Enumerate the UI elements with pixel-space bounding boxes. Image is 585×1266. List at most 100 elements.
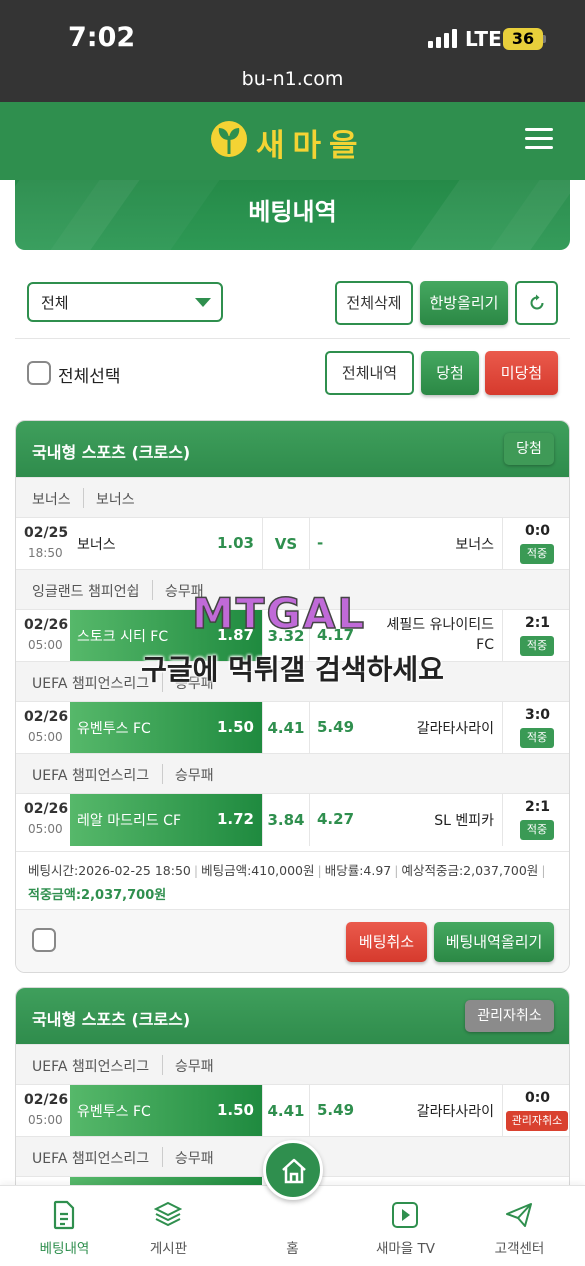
bet-card-title: 국내형 스포츠 (크로스) <box>32 1010 191 1029</box>
cancel-bet-button[interactable]: 베팅취소 <box>346 922 427 962</box>
league-name: 보너스 <box>32 492 71 508</box>
away-odds-cell: 5.49 갈라타사라이 <box>310 702 502 754</box>
home-team: 레알 마드리드 CF <box>77 813 182 829</box>
nav-betting-history[interactable]: 베팅내역 <box>6 1186 123 1266</box>
match-score: 0:0 <box>524 1090 551 1106</box>
league-row: 보너스 보너스 <box>16 477 569 517</box>
match-score: 2:1 <box>524 799 551 815</box>
logo[interactable]: 새마을 <box>210 118 370 164</box>
home-odds-cell-selected: 유벤투스 FC 1.50 <box>70 1085 262 1137</box>
home-button[interactable] <box>263 1140 323 1200</box>
watermark-logo-text: MTGAL <box>192 589 366 638</box>
match-row: 02/26 05:00 유벤투스 FC 1.50 4.41 5.49 갈라타사라… <box>16 1084 569 1137</box>
match-row: 02/26 05:00 레알 마드리드 CF 1.72 3.84 4.27 SL… <box>16 793 569 846</box>
match-date: 02/26 <box>24 709 69 725</box>
match-time: 05:00 <box>28 822 63 836</box>
away-team: 보너스 <box>455 537 494 553</box>
match-date: 02/26 <box>24 801 69 817</box>
home-icon <box>282 1158 306 1184</box>
send-icon <box>506 1203 532 1227</box>
play-icon <box>392 1202 418 1228</box>
select-all-checkbox[interactable] <box>27 361 51 385</box>
bet-card: 국내형 스포츠 (크로스) 당첨 보너스 보너스 02/25 18:50 보너스… <box>15 420 570 973</box>
away-team: 갈라타사라이 <box>416 1104 494 1120</box>
bet-time: 베팅시간:2026-02-25 18:50 <box>28 863 191 878</box>
match-time: 18:50 <box>28 546 63 560</box>
result-cell: 3:0 적중 <box>502 702 569 754</box>
select-all-label[interactable]: 전체선택 <box>58 362 121 387</box>
upload-bet-button[interactable]: 베팅내역올리기 <box>434 922 554 962</box>
result-badge: 적중 <box>520 820 554 840</box>
all-history-button[interactable]: 전체내역 <box>325 351 414 395</box>
bet-select-checkbox[interactable] <box>32 928 56 952</box>
page-title: 베팅내역 <box>248 198 337 226</box>
market-name: 승무패 <box>175 1059 214 1075</box>
draw-odds: 4.41 <box>262 1085 310 1137</box>
status-badge: 당첨 <box>504 433 554 465</box>
away-odds: - <box>317 534 324 552</box>
bet-odds: 배당률:4.97 <box>324 863 392 878</box>
nav-label: 새마을 TV <box>375 1241 436 1257</box>
nav-board[interactable]: 게시판 <box>110 1186 227 1266</box>
draw-odds: 4.41 <box>262 702 310 754</box>
home-odds: 1.03 <box>216 534 254 552</box>
signal-icon <box>428 28 458 48</box>
caret-down-icon <box>195 298 211 307</box>
leaf-logo-icon <box>211 121 247 157</box>
layers-icon <box>154 1201 182 1227</box>
app-root: 7:02 LTE 36 bu-n1.com 새마을 베팅내역 전체 전체삭제 한… <box>0 0 585 1266</box>
league-name: UEFA 챔피언스리그 <box>32 1151 150 1167</box>
home-odds-cell-selected: 유벤투스 FC 1.50 <box>70 702 262 754</box>
market-name: 승무패 <box>175 1151 214 1167</box>
status-badge: 관리자취소 <box>465 1000 554 1032</box>
league-name: UEFA 챔피언스리그 <box>32 1059 150 1075</box>
draw-odds: VS <box>262 518 310 570</box>
league-name: 잉글랜드 챔피언쉽 <box>32 584 140 600</box>
nav-tv[interactable]: 새마을 TV <box>347 1186 464 1266</box>
bet-summary: 베팅시간:2026-02-25 18:50 | 베팅금액:410,000원 | 배당률:… <box>16 851 569 909</box>
match-date: 02/26 <box>24 617 69 633</box>
network-label: LTE <box>465 27 502 51</box>
match-time: 05:00 <box>28 1113 63 1127</box>
home-odds: 1.50 <box>216 1101 254 1119</box>
won-amount: 적중금액:2,037,700원 <box>28 888 167 903</box>
away-odds: 5.49 <box>317 718 355 736</box>
bet-summary-line: 베팅시간:2026-02-25 18:50 | 베팅금액:410,000원 | 배당률:… <box>28 863 546 878</box>
logo-text: 새마을 <box>256 128 366 164</box>
delete-all-button[interactable]: 전체삭제 <box>335 281 413 325</box>
away-odds-cell: 5.49 갈라타사라이 <box>310 1085 502 1137</box>
upload-all-button[interactable]: 한방올리기 <box>420 281 508 325</box>
league-name: UEFA 챔피언스리그 <box>32 768 150 784</box>
result-cell: 0:0 관리자취소 <box>502 1085 569 1137</box>
status-time: 7:02 <box>68 22 136 53</box>
away-odds: 5.49 <box>317 1101 355 1119</box>
refresh-button[interactable] <box>515 281 558 325</box>
url-bar[interactable]: bu-n1.com <box>0 68 585 90</box>
result-badge: 관리자취소 <box>506 1111 568 1131</box>
home-team: 유벤투스 FC <box>77 721 151 737</box>
match-row: 02/25 18:50 보너스 1.03 VS - 보너스 0:0 적중 <box>16 517 569 570</box>
home-team: 유벤투스 FC <box>77 1104 151 1120</box>
hamburger-menu-icon[interactable] <box>525 126 555 152</box>
league-row: UEFA 챔피언스리그 승무패 <box>16 753 569 793</box>
home-team: 스토크 시티 FC <box>77 629 169 645</box>
nav-label: 게시판 <box>149 1241 188 1257</box>
result-cell: 0:0 적중 <box>502 518 569 570</box>
battery-tip <box>543 35 546 43</box>
bet-card-header: 국내형 스포츠 (크로스) 당첨 <box>16 421 569 477</box>
bet-amount: 베팅금액:410,000원 <box>201 863 315 878</box>
home-odds-cell: 보너스 1.03 <box>70 518 262 570</box>
away-team: SL 벤피카 <box>434 813 494 829</box>
bet-card-footer: 베팅취소 베팅내역올리기 <box>16 909 569 972</box>
document-icon <box>53 1200 75 1230</box>
result-cell: 2:1 적중 <box>502 794 569 846</box>
match-time: 05:00 <box>28 730 63 744</box>
nav-customer-center[interactable]: 고객센터 <box>461 1186 578 1266</box>
not-won-filter-button[interactable]: 미당첨 <box>485 351 558 395</box>
won-filter-button[interactable]: 당첨 <box>421 351 479 395</box>
watermark-text: 구글에 먹튀갤 검색하세요 <box>141 653 444 686</box>
home-team: 보너스 <box>77 537 116 553</box>
result-badge: 적중 <box>520 728 554 748</box>
filter-select[interactable]: 전체 <box>27 282 223 322</box>
match-score: 2:1 <box>524 615 551 631</box>
